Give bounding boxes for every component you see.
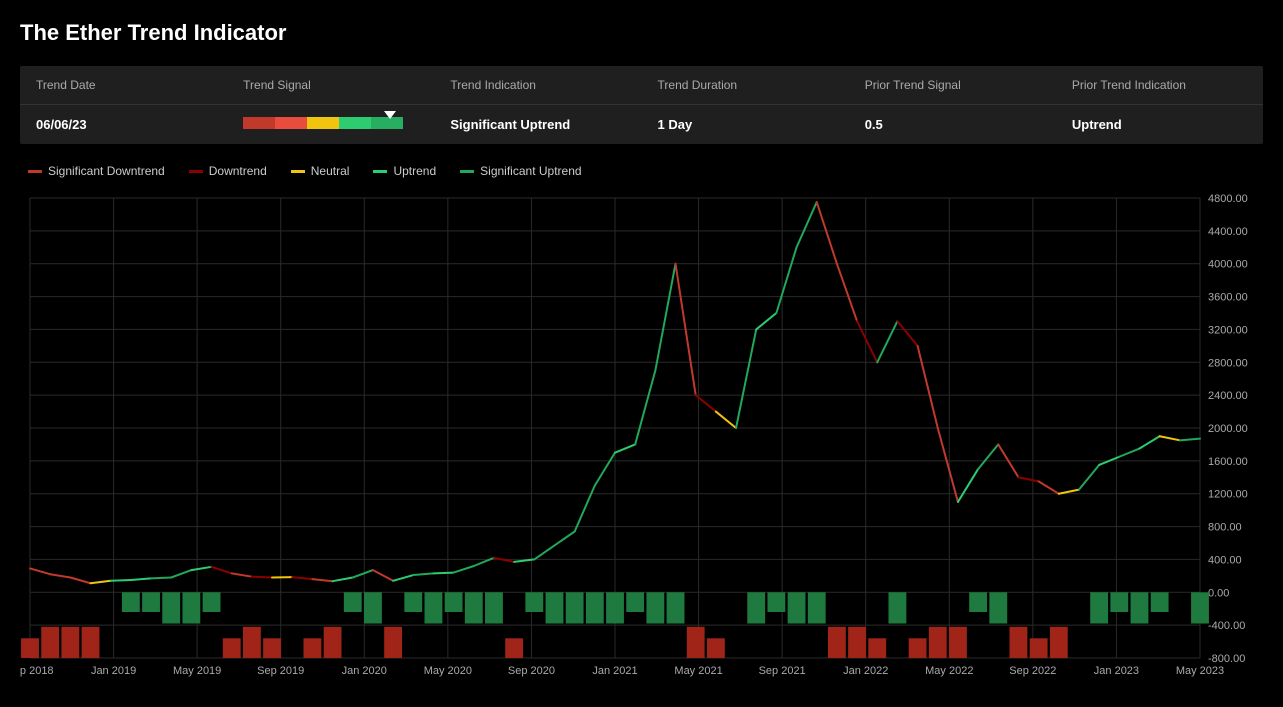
header-prior-indication: Prior Trend Indication xyxy=(1056,66,1263,105)
svg-text:4400.00: 4400.00 xyxy=(1208,226,1248,238)
page-title: The Ether Trend Indicator xyxy=(20,20,1263,46)
legend-neutral: Neutral xyxy=(291,164,350,178)
svg-text:May 2021: May 2021 xyxy=(674,665,722,677)
price-chart[interactable]: -800.00 -400.00 0.00 400.00 800.00 1200.00 160… xyxy=(20,188,1260,678)
legend-uptrend: Uptrend xyxy=(373,164,436,178)
header-prior-signal: Prior Trend Signal xyxy=(849,66,1056,105)
svg-text:Sep 2020: Sep 2020 xyxy=(508,665,555,677)
svg-text:2800.00: 2800.00 xyxy=(1208,357,1248,369)
svg-text:Sep 2018: Sep 2018 xyxy=(20,665,54,677)
svg-text:3600.00: 3600.00 xyxy=(1208,292,1248,304)
svg-text:Jan 2022: Jan 2022 xyxy=(843,665,888,677)
trend-info-panel: Trend Date Trend Signal Trend Indication… xyxy=(20,66,1263,144)
svg-text:3200.00: 3200.00 xyxy=(1208,324,1248,336)
svg-text:-800.00: -800.00 xyxy=(1208,653,1245,665)
value-trend-indication: Significant Uptrend xyxy=(434,105,641,144)
triangle-down-icon xyxy=(384,111,396,119)
header-trend-signal: Trend Signal xyxy=(227,66,434,105)
svg-text:May 2022: May 2022 xyxy=(925,665,973,677)
legend-label: Downtrend xyxy=(209,164,267,178)
legend-downtrend: Downtrend xyxy=(189,164,267,178)
header-trend-indication: Trend Indication xyxy=(434,66,641,105)
svg-text:4000.00: 4000.00 xyxy=(1208,259,1248,271)
value-trend-date: 06/06/23 xyxy=(20,105,227,144)
svg-text:800.00: 800.00 xyxy=(1208,522,1242,534)
header-trend-duration: Trend Duration xyxy=(642,66,849,105)
header-trend-date: Trend Date xyxy=(20,66,227,105)
svg-text:4800.00: 4800.00 xyxy=(1208,193,1248,205)
value-prior-signal: 0.5 xyxy=(849,105,1056,144)
svg-text:Sep 2021: Sep 2021 xyxy=(759,665,806,677)
svg-text:400.00: 400.00 xyxy=(1208,554,1242,566)
trend-signal-gauge xyxy=(243,117,403,129)
legend-sig-uptrend: Significant Uptrend xyxy=(460,164,581,178)
value-trend-signal xyxy=(227,105,434,144)
svg-text:0.00: 0.00 xyxy=(1208,587,1229,599)
legend-label: Neutral xyxy=(311,164,350,178)
value-trend-duration: 1 Day xyxy=(642,105,849,144)
value-prior-indication: Uptrend xyxy=(1056,105,1263,144)
svg-text:May 2023: May 2023 xyxy=(1176,665,1224,677)
svg-text:Sep 2019: Sep 2019 xyxy=(257,665,304,677)
svg-text:1600.00: 1600.00 xyxy=(1208,456,1248,468)
legend-label: Significant Uptrend xyxy=(480,164,581,178)
legend-sig-downtrend: Significant Downtrend xyxy=(28,164,165,178)
svg-text:Jan 2021: Jan 2021 xyxy=(592,665,637,677)
svg-text:Jan 2019: Jan 2019 xyxy=(91,665,136,677)
svg-text:1200.00: 1200.00 xyxy=(1208,489,1248,501)
svg-text:May 2020: May 2020 xyxy=(424,665,472,677)
legend-label: Uptrend xyxy=(393,164,436,178)
svg-text:Sep 2022: Sep 2022 xyxy=(1009,665,1056,677)
svg-text:2000.00: 2000.00 xyxy=(1208,423,1248,435)
legend-label: Significant Downtrend xyxy=(48,164,165,178)
svg-text:Jan 2020: Jan 2020 xyxy=(342,665,387,677)
svg-text:Jan 2023: Jan 2023 xyxy=(1094,665,1139,677)
svg-text:2400.00: 2400.00 xyxy=(1208,390,1248,402)
chart-legend: Significant Downtrend Downtrend Neutral … xyxy=(20,164,1263,178)
svg-text:-400.00: -400.00 xyxy=(1208,620,1245,632)
svg-text:May 2019: May 2019 xyxy=(173,665,221,677)
